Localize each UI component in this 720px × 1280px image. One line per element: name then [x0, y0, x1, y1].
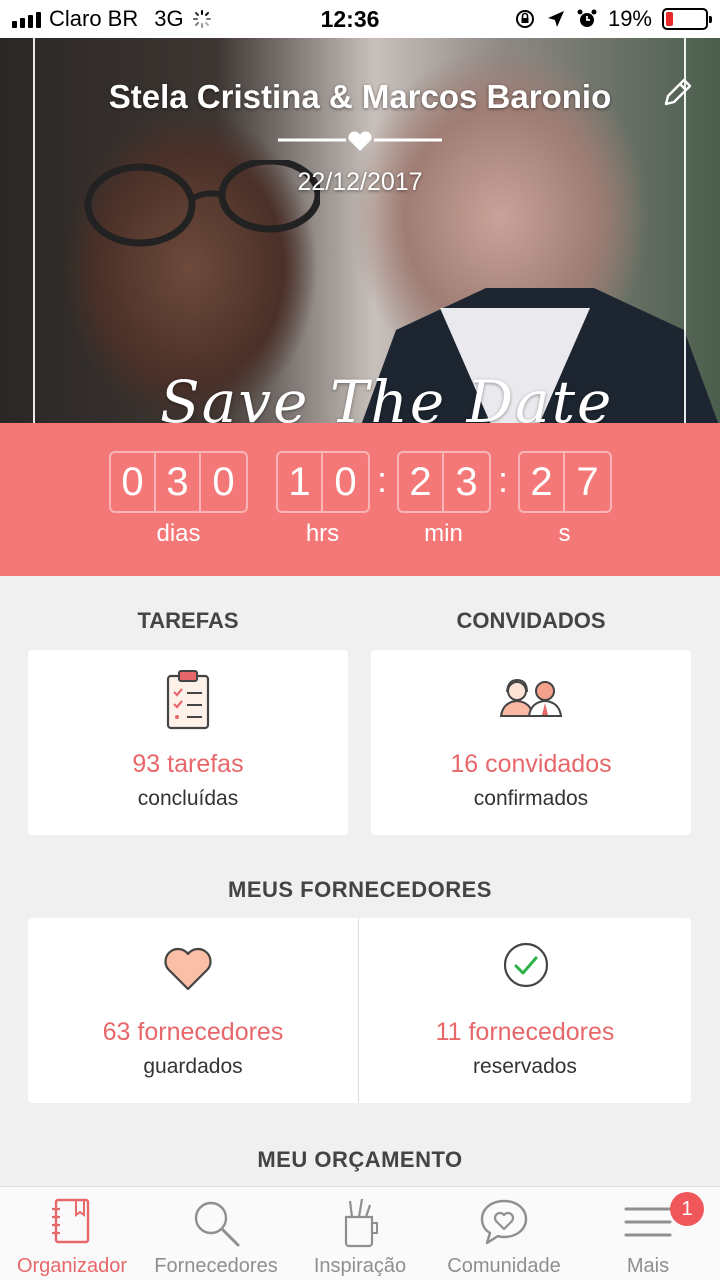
seconds-digit: 2: [520, 453, 565, 511]
tasks-title: TAREFAS: [137, 608, 239, 633]
seconds-label: s: [558, 520, 571, 547]
tab-inspiracao[interactable]: Inspiração: [288, 1187, 432, 1280]
booked-vendors-button[interactable]: 11 fornecedores reservados: [359, 918, 691, 1103]
minutes-digit: 3: [455, 459, 478, 504]
saved-vendors-count: 63 fornecedores: [102, 1018, 284, 1046]
countdown-minutes: 2 3: [397, 451, 491, 513]
carrier-name: Claro BR: [49, 6, 139, 31]
network-type: 3G: [154, 6, 184, 31]
tasks-count: 93 tarefas: [132, 750, 244, 778]
chat-heart-icon: [480, 1199, 528, 1245]
days-digit: 3: [156, 453, 201, 511]
days-label: dias: [156, 520, 201, 547]
saved-vendors-button[interactable]: 63 fornecedores guardados: [28, 918, 358, 1103]
bottom-tab-bar: Organizador Fornecedores Inspiração Comu…: [0, 1186, 720, 1280]
couple-name: Stela Cristina & Marcos Baronio: [108, 78, 612, 115]
search-icon: [194, 1201, 240, 1247]
signal-strength-icon: [12, 10, 41, 28]
guests-count: 16 convidados: [450, 750, 612, 778]
countdown-panel: 0 3 0 1 0 : 2 3 : 2 7 dias hrs min s: [0, 423, 720, 576]
menu-icon: [624, 1207, 672, 1237]
hours-digit: 1: [278, 453, 323, 511]
tab-fornecedores[interactable]: Fornecedores: [144, 1187, 288, 1280]
tab-label: Fornecedores: [154, 1255, 278, 1277]
save-the-date-banner: Save The Date: [160, 368, 614, 423]
tab-label: Inspiração: [313, 1255, 407, 1277]
guests-card[interactable]: 16 convidados confirmados: [371, 650, 691, 835]
budget-title: MEU ORÇAMENTO: [257, 1147, 463, 1172]
loading-spinner-icon: [192, 10, 211, 28]
guests-sub: confirmados: [473, 787, 589, 810]
wedding-date: 22/12/2017: [297, 168, 423, 196]
alarm-icon: [577, 9, 597, 27]
vendors-title: MEUS FORNECEDORES: [228, 877, 492, 902]
vendors-card: 63 fornecedores guardados 11 fornecedore…: [28, 918, 691, 1103]
tab-comunidade[interactable]: Comunidade: [432, 1187, 576, 1280]
notification-badge: 1: [670, 1192, 704, 1226]
notebook-icon: [52, 1198, 90, 1244]
guests-title: CONVIDADOS: [456, 608, 606, 633]
colon-separator: :: [377, 459, 388, 500]
battery-icon: [662, 8, 712, 30]
tab-organizador[interactable]: Organizador: [0, 1187, 144, 1280]
clipboard-checklist-icon: [166, 670, 210, 730]
tab-label: Mais: [626, 1255, 670, 1277]
countdown-seconds: 2 7: [518, 451, 612, 513]
status-bar: Claro BR 3G 12:36 19%: [0, 0, 720, 38]
hours-label: hrs: [305, 520, 340, 547]
hours-digit: 0: [334, 459, 357, 504]
tasks-sub: concluídas: [137, 787, 239, 810]
countdown-hours: 1 0: [276, 451, 370, 513]
tab-label: Comunidade: [447, 1255, 561, 1277]
pencil-cup-icon: [344, 1198, 378, 1248]
edit-pencil-icon[interactable]: [660, 76, 694, 110]
status-time: 12:36: [320, 5, 380, 32]
tab-label: Organizador: [16, 1255, 128, 1277]
battery-fill: [666, 12, 674, 26]
booked-vendors-count: 11 fornecedores: [435, 1018, 615, 1046]
minutes-label: min: [424, 520, 463, 547]
rotation-lock-icon: [515, 10, 534, 28]
seconds-digit: 7: [576, 459, 599, 504]
battery-percent: 19%: [607, 6, 652, 31]
hero-photo[interactable]: Stela Cristina & Marcos Baronio 22/12/20…: [0, 38, 720, 423]
booked-vendors-sub: reservados: [473, 1055, 577, 1078]
guests-couple-icon: [499, 678, 563, 717]
saved-vendors-sub: guardados: [143, 1055, 243, 1078]
minutes-digit: 2: [399, 453, 444, 511]
tasks-card[interactable]: 93 tarefas concluídas: [28, 650, 348, 835]
days-digit: 0: [212, 459, 235, 504]
heart-icon: [164, 947, 212, 991]
location-arrow-icon: [547, 11, 564, 27]
colon-separator: :: [498, 459, 509, 500]
heart-divider-icon: [278, 131, 442, 151]
countdown-days: 0 3 0: [109, 451, 248, 513]
days-digit: 0: [111, 453, 156, 511]
checkmark-circle-icon: [503, 942, 549, 988]
